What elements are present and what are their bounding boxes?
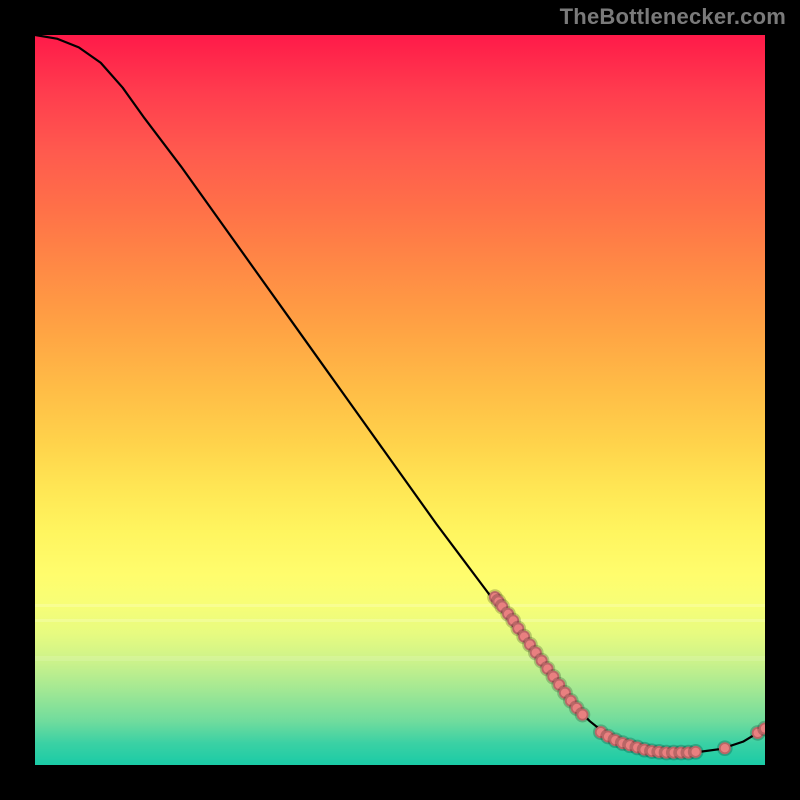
scatter-dot bbox=[759, 723, 765, 735]
scatter-dot bbox=[719, 742, 731, 754]
chart-overlay bbox=[35, 35, 765, 765]
chart-frame: TheBottlenecker.com bbox=[0, 0, 800, 800]
watermark-text: TheBottlenecker.com bbox=[560, 4, 786, 30]
plot-area bbox=[35, 35, 765, 765]
scatter-points bbox=[489, 591, 765, 758]
plot-border bbox=[33, 33, 767, 767]
scatter-dot bbox=[577, 709, 589, 721]
bottleneck-curve bbox=[35, 35, 765, 753]
scatter-dot bbox=[690, 746, 702, 758]
